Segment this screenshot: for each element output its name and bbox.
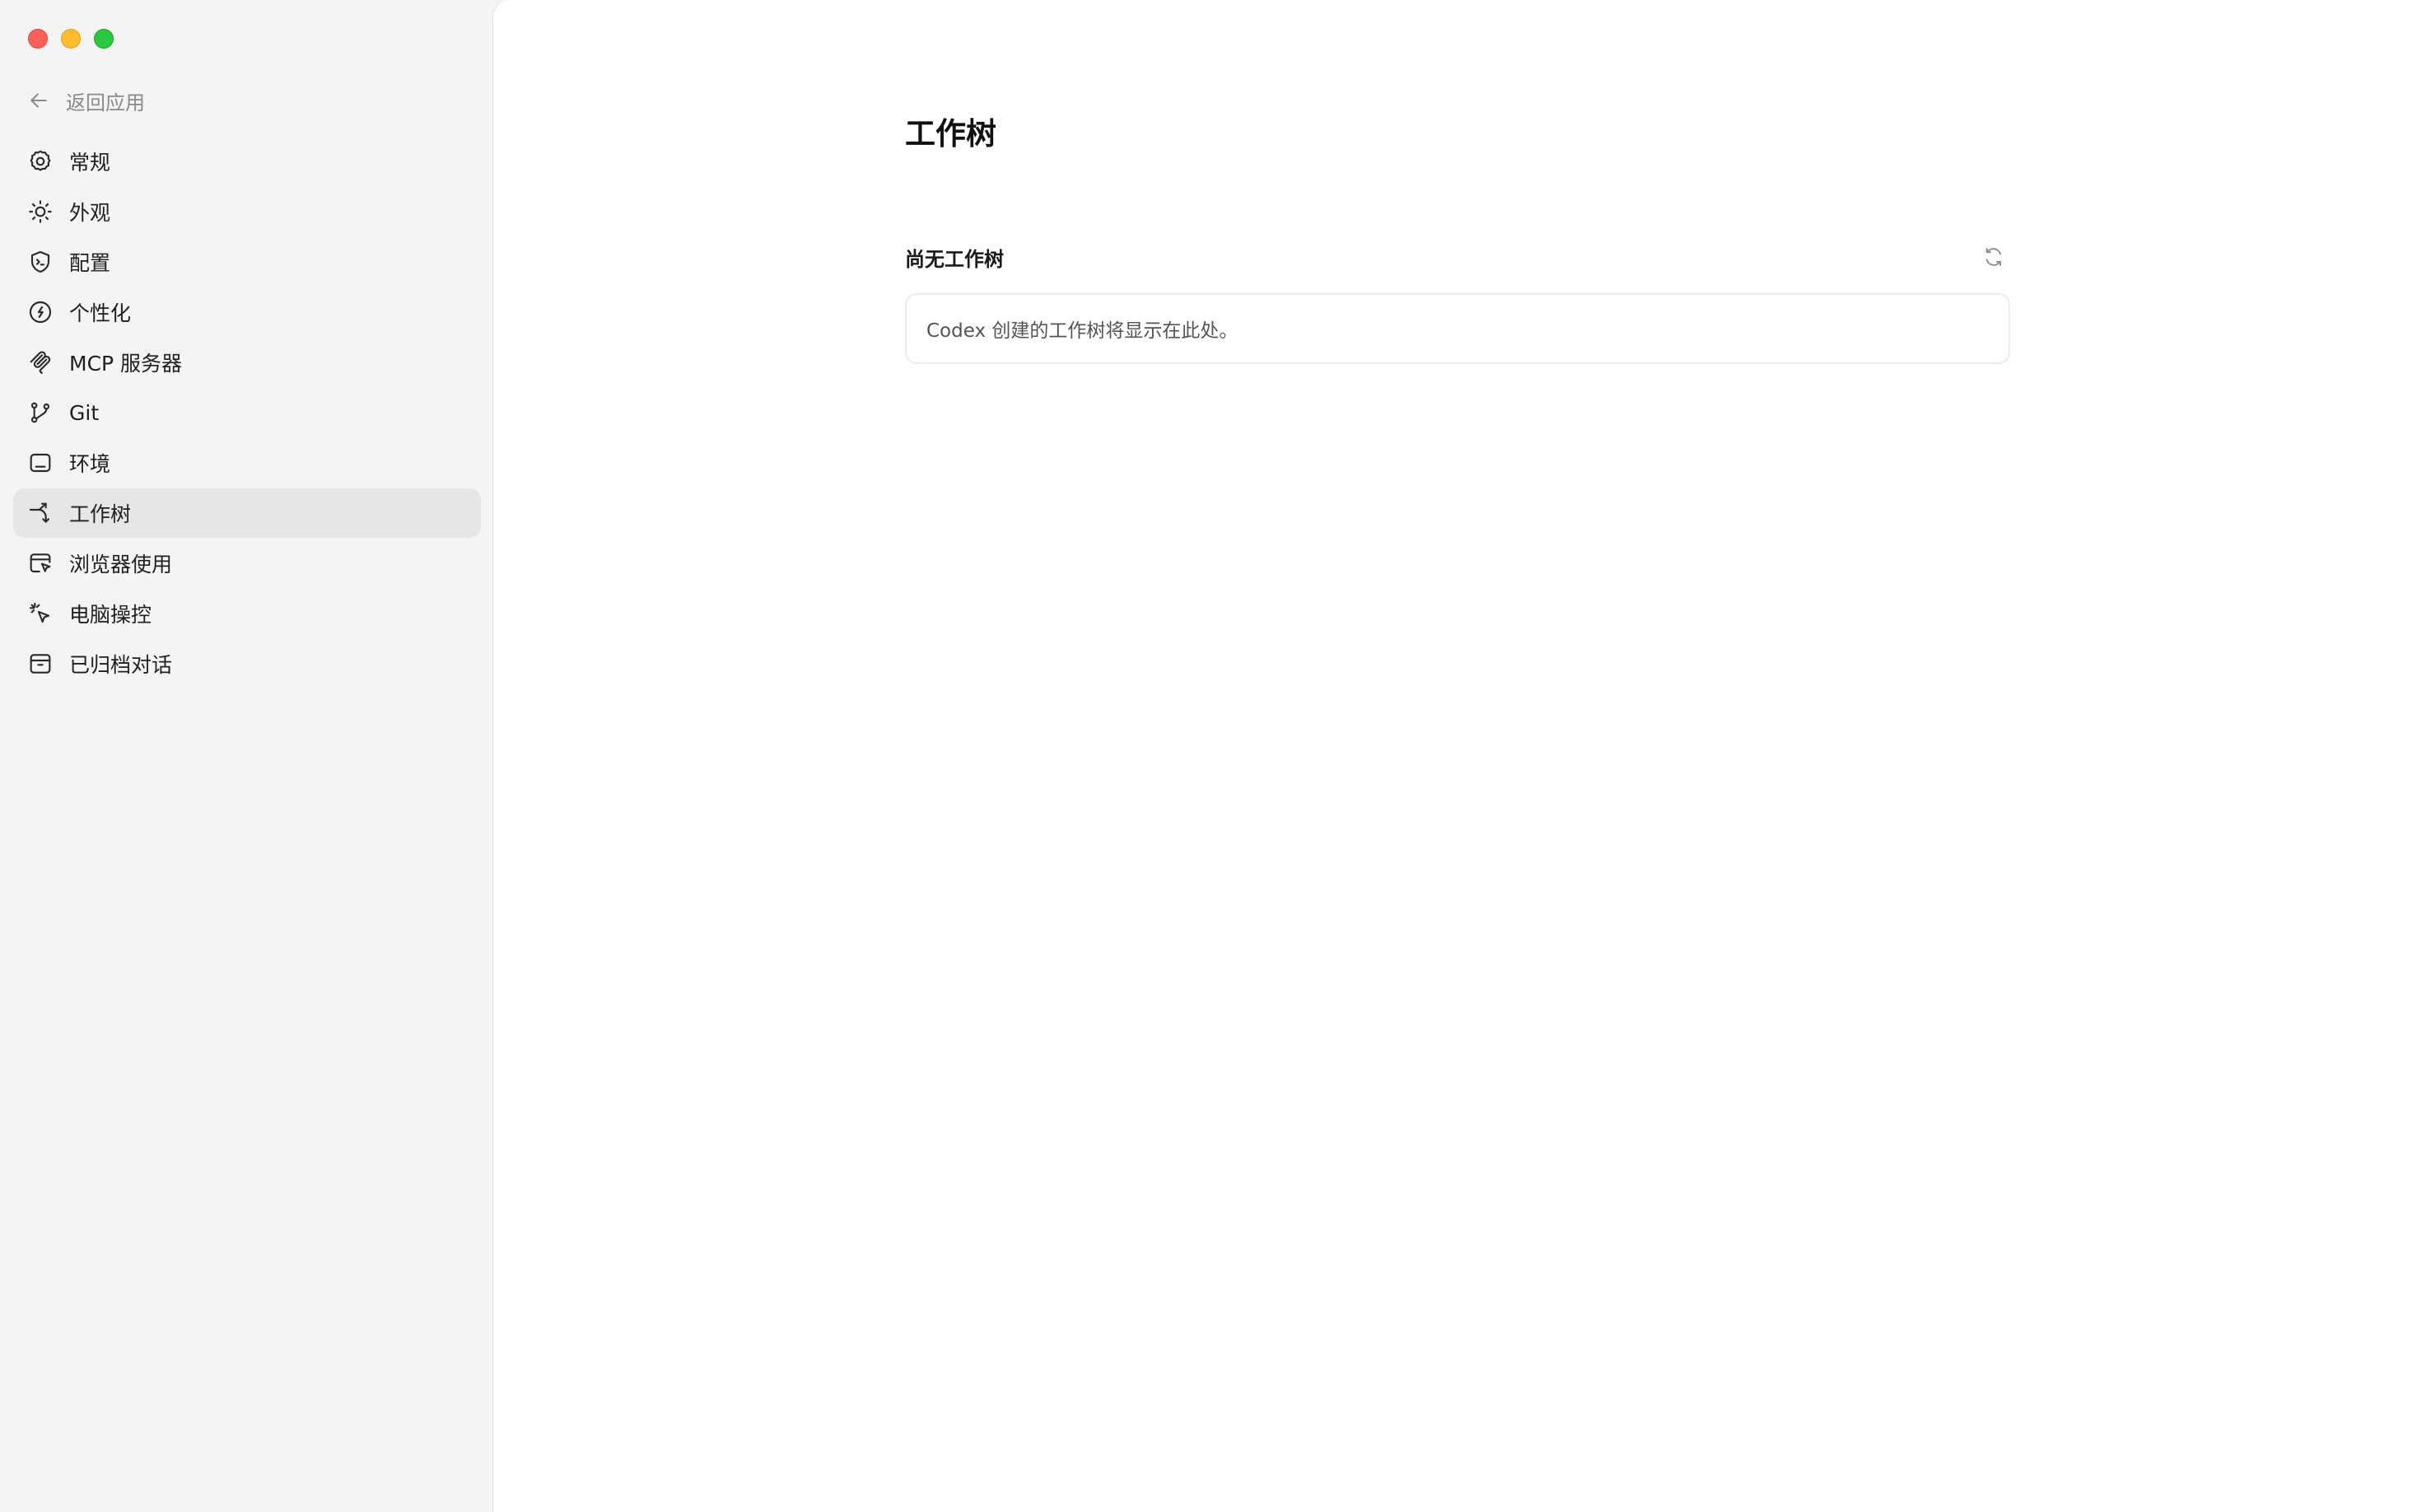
computer-cursor-icon bbox=[26, 600, 54, 628]
arrow-left-icon bbox=[30, 93, 47, 108]
sidebar-item-label: MCP 服务器 bbox=[69, 352, 183, 376]
archive-icon bbox=[26, 650, 54, 678]
sidebar-item-label: 工作树 bbox=[69, 502, 132, 526]
empty-state-card: Codex 创建的工作树将显示在此处。 bbox=[905, 293, 2010, 364]
sidebar-item-appearance[interactable]: 外观 bbox=[13, 187, 481, 236]
environment-icon bbox=[26, 449, 54, 477]
sidebar-item-archived-chats[interactable]: 已归档对话 bbox=[13, 639, 481, 688]
sidebar-item-label: Git bbox=[69, 400, 100, 425]
sidebar-item-label: 浏览器使用 bbox=[69, 553, 173, 576]
sidebar-item-computer-control[interactable]: 电脑操控 bbox=[13, 589, 481, 638]
sidebar-item-label: 已归档对话 bbox=[69, 653, 173, 677]
sidebar-item-browser-use[interactable]: 浏览器使用 bbox=[13, 539, 481, 588]
back-to-app-label: 返回应用 bbox=[66, 91, 145, 114]
close-window-button[interactable] bbox=[28, 29, 48, 49]
sidebar-item-worktrees[interactable]: 工作树 bbox=[13, 488, 481, 538]
back-to-app-button[interactable]: 返回应用 bbox=[26, 82, 145, 119]
sidebar-item-mcp-servers[interactable]: MCP 服务器 bbox=[13, 338, 481, 387]
worktrees-section-header: 尚无工作树 bbox=[905, 239, 2010, 275]
browser-cursor-icon bbox=[26, 549, 54, 577]
window-controls bbox=[28, 29, 114, 49]
empty-state-message: Codex 创建的工作树将显示在此处。 bbox=[926, 320, 1238, 342]
sidebar-item-label: 环境 bbox=[69, 452, 111, 476]
settings-content: 工作树 尚无工作树 Codex 创建的工作树将显示在此处。 bbox=[492, 0, 2421, 1512]
sidebar-item-label: 外观 bbox=[69, 201, 111, 225]
sun-icon bbox=[26, 198, 54, 226]
face-icon bbox=[26, 298, 54, 326]
worktree-icon bbox=[26, 499, 54, 527]
sidebar-item-personalization[interactable]: 个性化 bbox=[13, 287, 481, 337]
shield-terminal-icon bbox=[26, 248, 54, 276]
git-branch-icon bbox=[26, 399, 54, 427]
maximize-window-button[interactable] bbox=[94, 29, 114, 49]
sidebar-item-label: 电脑操控 bbox=[69, 603, 152, 627]
sidebar-item-git[interactable]: Git bbox=[13, 388, 481, 437]
settings-nav: 常规 外观 配置 个性化 MCP 服务器 Git 环境 工作树 浏览器使用 电脑… bbox=[13, 137, 481, 689]
sidebar-item-environment[interactable]: 环境 bbox=[13, 438, 481, 488]
refresh-icon bbox=[1985, 248, 2002, 266]
sidebar-item-label: 个性化 bbox=[69, 301, 132, 325]
gear-icon bbox=[26, 147, 54, 175]
settings-sidebar: 返回应用 常规 外观 配置 个性化 MCP 服务器 Git 环境 工作树 浏览器… bbox=[0, 0, 492, 1512]
app-window: 返回应用 常规 外观 配置 个性化 MCP 服务器 Git 环境 工作树 浏览器… bbox=[0, 0, 2421, 1512]
mcp-icon bbox=[26, 348, 54, 376]
sidebar-item-label: 配置 bbox=[69, 251, 111, 275]
sidebar-item-general[interactable]: 常规 bbox=[13, 137, 481, 186]
minimize-window-button[interactable] bbox=[61, 29, 81, 49]
section-title: 尚无工作树 bbox=[905, 247, 1004, 271]
sidebar-item-label: 常规 bbox=[69, 151, 111, 175]
sidebar-item-config[interactable]: 配置 bbox=[13, 237, 481, 287]
page-title: 工作树 bbox=[905, 116, 996, 152]
refresh-button[interactable] bbox=[1977, 240, 2010, 273]
